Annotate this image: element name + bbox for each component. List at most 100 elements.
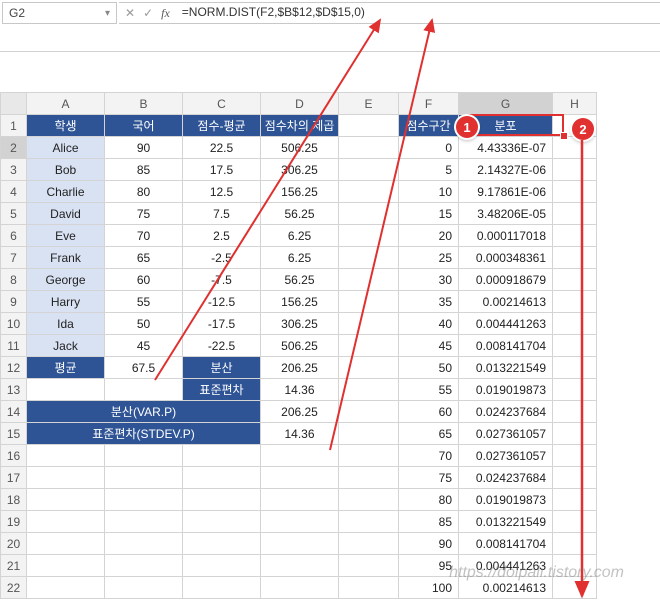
score[interactable]: 45 — [105, 335, 183, 357]
hdr-diff[interactable]: 점수-평균 — [183, 115, 261, 137]
score[interactable]: 80 — [105, 181, 183, 203]
student-name[interactable]: David — [27, 203, 105, 225]
col-header-h[interactable]: H — [553, 93, 597, 115]
stdevp-label[interactable]: 표준편차(STDEV.P) — [27, 423, 261, 445]
dist-val[interactable]: 0.027361057 — [459, 445, 553, 467]
bin[interactable]: 25 — [399, 247, 459, 269]
sq[interactable]: 306.25 — [261, 159, 339, 181]
diff[interactable]: 17.5 — [183, 159, 261, 181]
score[interactable]: 85 — [105, 159, 183, 181]
fx-icon[interactable]: fx — [161, 6, 170, 21]
cancel-icon[interactable]: ✕ — [125, 6, 135, 20]
bin[interactable]: 70 — [399, 445, 459, 467]
dist-val[interactable]: 0.024237684 — [459, 467, 553, 489]
diff[interactable]: -17.5 — [183, 313, 261, 335]
student-name[interactable]: Harry — [27, 291, 105, 313]
sq[interactable]: 506.25 — [261, 137, 339, 159]
diff[interactable]: -22.5 — [183, 335, 261, 357]
bin[interactable]: 60 — [399, 401, 459, 423]
bin[interactable]: 0 — [399, 137, 459, 159]
hdr-student[interactable]: 학생 — [27, 115, 105, 137]
diff[interactable]: 22.5 — [183, 137, 261, 159]
avg-val[interactable]: 67.5 — [105, 357, 183, 379]
avg-label[interactable]: 평균 — [27, 357, 105, 379]
col-header-f[interactable]: F — [399, 93, 459, 115]
sq[interactable]: 6.25 — [261, 225, 339, 247]
score[interactable]: 90 — [105, 137, 183, 159]
diff[interactable]: 7.5 — [183, 203, 261, 225]
bin[interactable]: 5 — [399, 159, 459, 181]
score[interactable]: 70 — [105, 225, 183, 247]
score[interactable]: 55 — [105, 291, 183, 313]
sq[interactable]: 156.25 — [261, 291, 339, 313]
chevron-down-icon[interactable]: ▾ — [105, 8, 110, 19]
sq[interactable]: 56.25 — [261, 269, 339, 291]
sq[interactable]: 6.25 — [261, 247, 339, 269]
dist-val[interactable]: 0.008141704 — [459, 335, 553, 357]
dist-val[interactable]: 2.14327E-06 — [459, 159, 553, 181]
bin[interactable]: 85 — [399, 511, 459, 533]
dist-val[interactable]: 9.17861E-06 — [459, 181, 553, 203]
col-header-g[interactable]: G — [459, 93, 553, 115]
confirm-icon[interactable]: ✓ — [143, 6, 153, 20]
col-header-d[interactable]: D — [261, 93, 339, 115]
dist-val[interactable]: 0.004441263 — [459, 313, 553, 335]
dist-val[interactable]: 3.48206E-05 — [459, 203, 553, 225]
diff[interactable]: 2.5 — [183, 225, 261, 247]
name-box[interactable]: G2 ▾ — [2, 2, 117, 24]
diff[interactable]: 12.5 — [183, 181, 261, 203]
stdevp-val[interactable]: 14.36 — [261, 423, 339, 445]
std-val[interactable]: 14.36 — [261, 379, 339, 401]
bin[interactable]: 95 — [399, 555, 459, 577]
bin[interactable]: 80 — [399, 489, 459, 511]
hdr-score[interactable]: 국어 — [105, 115, 183, 137]
bin[interactable]: 100 — [399, 577, 459, 599]
std-label[interactable]: 표준편차 — [183, 379, 261, 401]
dist-val[interactable]: 0.00214613 — [459, 577, 553, 599]
var-val[interactable]: 206.25 — [261, 357, 339, 379]
col-header-c[interactable]: C — [183, 93, 261, 115]
col-header-e[interactable]: E — [339, 93, 399, 115]
student-name[interactable]: George — [27, 269, 105, 291]
diff[interactable]: -12.5 — [183, 291, 261, 313]
dist-val[interactable]: 0.024237684 — [459, 401, 553, 423]
score[interactable]: 65 — [105, 247, 183, 269]
bin[interactable]: 45 — [399, 335, 459, 357]
sq[interactable]: 506.25 — [261, 335, 339, 357]
student-name[interactable]: Alice — [27, 137, 105, 159]
score[interactable]: 60 — [105, 269, 183, 291]
sq[interactable]: 306.25 — [261, 313, 339, 335]
student-name[interactable]: Ida — [27, 313, 105, 335]
bin[interactable]: 50 — [399, 357, 459, 379]
student-name[interactable]: Charlie — [27, 181, 105, 203]
dist-val[interactable]: 0.027361057 — [459, 423, 553, 445]
dist-val[interactable]: 0.000348361 — [459, 247, 553, 269]
bin[interactable]: 75 — [399, 467, 459, 489]
formula-input[interactable]: =NORM.DIST(F2,$B$12,$D$15,0) — [176, 2, 660, 24]
student-name[interactable]: Frank — [27, 247, 105, 269]
diff[interactable]: -7.5 — [183, 269, 261, 291]
col-header-b[interactable]: B — [105, 93, 183, 115]
sq[interactable]: 156.25 — [261, 181, 339, 203]
student-name[interactable]: Bob — [27, 159, 105, 181]
bin[interactable]: 65 — [399, 423, 459, 445]
dist-val[interactable]: 0.00214613 — [459, 291, 553, 313]
dist-val[interactable]: 0.013221549 — [459, 511, 553, 533]
bin[interactable]: 55 — [399, 379, 459, 401]
bin[interactable]: 10 — [399, 181, 459, 203]
student-name[interactable]: Jack — [27, 335, 105, 357]
bin[interactable]: 90 — [399, 533, 459, 555]
var-label[interactable]: 분산 — [183, 357, 261, 379]
bin[interactable]: 35 — [399, 291, 459, 313]
bin[interactable]: 30 — [399, 269, 459, 291]
dist-val[interactable]: 0.004441263 — [459, 555, 553, 577]
score[interactable]: 75 — [105, 203, 183, 225]
dist-val[interactable]: 0.008141704 — [459, 533, 553, 555]
diff[interactable]: -2.5 — [183, 247, 261, 269]
dist-val[interactable]: 0.013221549 — [459, 357, 553, 379]
bin[interactable]: 40 — [399, 313, 459, 335]
dist-val[interactable]: 0.000117018 — [459, 225, 553, 247]
student-name[interactable]: Eve — [27, 225, 105, 247]
bin[interactable]: 20 — [399, 225, 459, 247]
varp-label[interactable]: 분산(VAR.P) — [27, 401, 261, 423]
